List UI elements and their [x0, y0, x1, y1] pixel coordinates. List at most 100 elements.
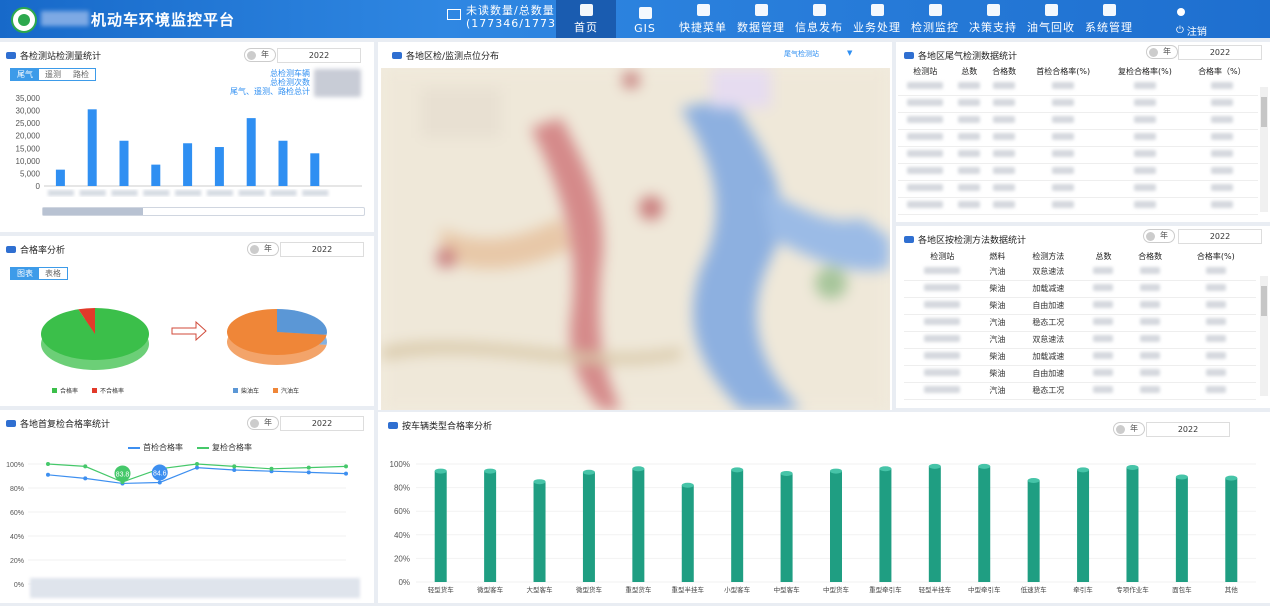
year-input[interactable]: 2022	[280, 416, 364, 431]
vehicle-bar-top	[632, 466, 645, 472]
table-row[interactable]: 汽油 稳态工况	[904, 382, 1256, 400]
nav-item-2[interactable]: 快捷菜单	[674, 0, 732, 38]
tab-remote[interactable]: 遥测	[39, 69, 67, 80]
scroll-thumb[interactable]	[43, 208, 143, 215]
briefcase-icon	[870, 4, 884, 16]
station-type-select[interactable]: 尾气检测站 ▼	[784, 49, 852, 59]
table-row[interactable]: 汽油 双怠速法	[904, 331, 1256, 349]
blurred-x-label	[47, 190, 74, 196]
mail-icon[interactable]	[447, 9, 461, 20]
nav-item-8[interactable]: 油气回收	[1022, 0, 1080, 38]
year-toggle[interactable]: 年	[1143, 229, 1175, 243]
view-tabs: 图表 表格	[10, 267, 68, 280]
y-tick-label: 30,000	[16, 107, 41, 116]
table-row[interactable]	[898, 180, 1258, 198]
vehicle-bar-top	[533, 479, 546, 485]
year-input[interactable]: 2022	[280, 242, 364, 257]
vehicle-bar	[1126, 467, 1139, 582]
x-tick-label: 专项作业车	[1116, 585, 1149, 594]
blurred-x-label	[175, 190, 202, 196]
vehicle-bar-top	[1126, 465, 1139, 471]
table-row[interactable]: 柴油 自由加速	[904, 297, 1256, 315]
station-bar	[87, 109, 97, 186]
year-input[interactable]: 2022	[1146, 422, 1230, 437]
nav-item-5[interactable]: 业务处理	[848, 0, 906, 38]
year-input[interactable]: 2022	[1178, 45, 1262, 60]
nav-item-4[interactable]: 信息发布	[790, 0, 848, 38]
x-tick-label: 轻型半挂车	[919, 585, 952, 594]
tab-road[interactable]: 路检	[67, 69, 95, 80]
tab-exhaust[interactable]: 尾气	[11, 69, 39, 80]
region-stats-panel: 各地区尾气检测数据统计 年 2022 检测站 总数 合格数 首检合格率(%) 复检合格率…	[896, 42, 1270, 222]
left-pie-legend: 合格率 不合格率	[52, 386, 124, 395]
table-row[interactable]: 汽油 稳态工况	[904, 314, 1256, 332]
nav-item-9[interactable]: 系统管理	[1080, 0, 1138, 38]
year-input[interactable]: 2022	[1178, 229, 1262, 244]
series-point	[83, 464, 88, 469]
station-stats-panel: 各检测站检测量统计 年 2022 尾气 遥测 路检 总检测车辆 总检测次数 尾气…	[0, 42, 374, 232]
table-row[interactable]: 柴油 自由加速	[904, 365, 1256, 383]
document-icon	[812, 4, 826, 16]
panel-title: 各地区按检测方法数据统计	[918, 236, 1027, 246]
method-cell: 加载减速	[1014, 348, 1083, 366]
vehicle-bar-top	[434, 468, 447, 474]
horizontal-scrollbar[interactable]	[42, 207, 365, 216]
vertical-scrollbar[interactable]	[1260, 276, 1268, 396]
table-row[interactable]: 柴油 加载减速	[904, 348, 1256, 366]
year-toggle[interactable]: 年	[244, 48, 276, 62]
year-toggle[interactable]: 年	[1113, 422, 1145, 436]
table-row[interactable]	[898, 163, 1258, 181]
power-icon: ⏻	[1176, 25, 1184, 36]
gis-map[interactable]	[381, 68, 890, 410]
y-tick-label: 20,000	[16, 132, 41, 141]
vehicle-bar	[1225, 478, 1238, 582]
table-row[interactable]	[898, 95, 1258, 113]
vehicle-bar	[434, 471, 447, 582]
y-tick-label: 60%	[10, 510, 24, 517]
settings-icon	[1102, 4, 1116, 16]
series-point	[195, 465, 199, 470]
line-legend: 首检合格率 复检合格率	[128, 442, 252, 453]
series-point	[232, 464, 237, 469]
method-table: 检测站 燃料 检测方法 总数 合格数 合格率(%) 汽油 双怠速法 柴油 加载减速 柴油 自由加速 汽油…	[904, 249, 1256, 400]
year-input[interactable]: 2022	[277, 48, 361, 63]
fuel-cell: 汽油	[980, 382, 1015, 400]
nav-item-1[interactable]: GIS	[616, 0, 674, 38]
fuel-cell: 柴油	[980, 280, 1015, 298]
nav-item-3[interactable]: 数据管理	[732, 0, 790, 38]
vehicle-bar	[879, 468, 892, 582]
bubble-label: 84.6	[153, 470, 167, 477]
vehicle-bar	[978, 466, 991, 582]
fuel-cell: 汽油	[980, 331, 1015, 349]
select-value: 尾气检测站	[784, 50, 819, 58]
year-toggle[interactable]: 年	[247, 416, 279, 430]
table-row[interactable]	[898, 78, 1258, 96]
panel-title: 合格率分析	[20, 246, 66, 256]
table-row[interactable]: 柴油 加载减速	[904, 280, 1256, 298]
table-row[interactable]	[898, 197, 1258, 215]
year-toggle[interactable]: 年	[247, 242, 279, 256]
x-tick-label: 微型客车	[477, 585, 504, 594]
tab-chart[interactable]: 图表	[11, 268, 39, 279]
briefcase-icon	[638, 7, 652, 19]
y-tick-label: 0%	[398, 578, 410, 587]
vertical-scrollbar[interactable]	[1260, 87, 1268, 212]
table-row[interactable]	[898, 146, 1258, 164]
panel-title: 各地首复检合格率统计	[20, 420, 111, 430]
nav-item-0[interactable]: 首页	[556, 0, 616, 38]
map-pin-icon	[579, 4, 593, 16]
right-pie-legend: 柴油车 汽油车	[233, 386, 299, 395]
tab-table[interactable]: 表格	[39, 268, 67, 279]
blurred-region-name	[41, 11, 89, 26]
table-row[interactable]	[898, 129, 1258, 147]
nav-item-7[interactable]: 决策支持	[964, 0, 1022, 38]
table-row[interactable]	[898, 112, 1258, 130]
series-point	[306, 470, 311, 475]
year-toggle[interactable]: 年	[1146, 45, 1178, 59]
method-cell: 加载减速	[1014, 280, 1083, 298]
logout-button[interactable]: ⏻ 注销	[1176, 23, 1207, 38]
column-header: 复检合格率(%)	[1117, 66, 1172, 76]
table-row[interactable]: 汽油 双怠速法	[904, 263, 1256, 281]
nav-item-6[interactable]: 检测监控	[906, 0, 964, 38]
y-tick-label: 100%	[6, 462, 24, 469]
